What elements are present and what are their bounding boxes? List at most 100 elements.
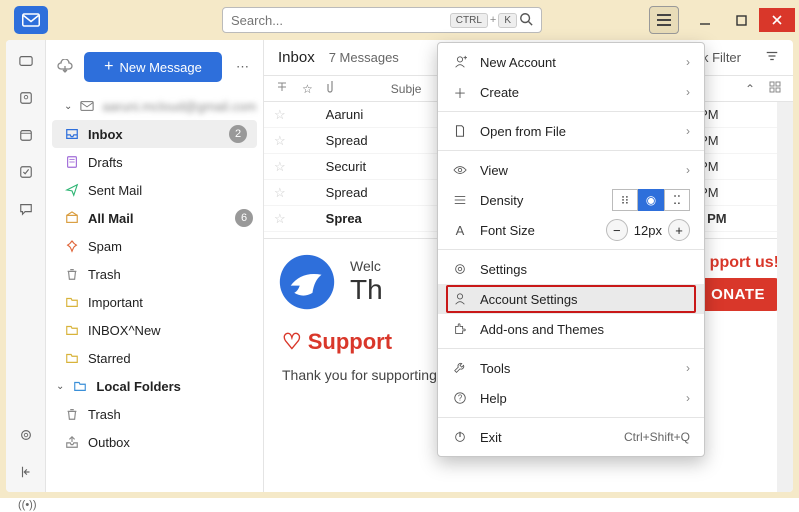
menu-create[interactable]: ＋Create›	[438, 77, 704, 107]
folder-important[interactable]: Important	[46, 288, 263, 316]
local-outbox[interactable]: Outbox	[46, 428, 263, 456]
kbd-ctrl: CTRL	[450, 13, 488, 28]
folder-sent[interactable]: Sent Mail	[46, 176, 263, 204]
menu-settings[interactable]: Settings	[438, 254, 704, 284]
donate-button[interactable]: ONATE	[697, 278, 779, 311]
menu-addons[interactable]: Add-ons and Themes	[438, 314, 704, 344]
message-count: 7 Messages	[329, 50, 399, 65]
folder-label: All Mail	[88, 211, 227, 226]
folder-label: Important	[88, 295, 253, 310]
chevron-right-icon: ›	[686, 361, 690, 375]
folder-label: Inbox	[88, 127, 221, 142]
rail-address-icon[interactable]	[19, 91, 33, 108]
kbd-k: K	[498, 13, 517, 28]
spam-icon	[64, 239, 80, 253]
sent-icon	[64, 183, 80, 197]
density-default[interactable]: ◉	[638, 189, 664, 211]
density-icon	[452, 193, 468, 207]
kbd-plus: +	[490, 14, 496, 26]
folder-icon	[72, 379, 88, 393]
star-icon[interactable]: ☆	[274, 159, 286, 175]
star-icon[interactable]: ☆	[274, 107, 286, 123]
account-node[interactable]: ⌄ aaruni.mcloud@gmail.com	[46, 92, 263, 120]
close-button[interactable]	[759, 8, 795, 32]
menu-exit[interactable]: ExitCtrl+Shift+Q	[438, 422, 704, 452]
folder-label: INBOX^New	[88, 323, 253, 338]
menu-tools[interactable]: Tools›	[438, 353, 704, 383]
folder-spam[interactable]: Spam	[46, 232, 263, 260]
star-icon[interactable]: ☆	[274, 185, 286, 201]
menu-density[interactable]: Density ⁝⁝ ◉ ⁚⁚	[438, 185, 704, 215]
folder-label: Trash	[88, 407, 253, 422]
col-thread-icon[interactable]	[276, 81, 288, 96]
heart-icon: ♡	[282, 329, 302, 355]
search-input[interactable]	[231, 13, 448, 28]
folder-allmail[interactable]: All Mail 6	[46, 204, 263, 232]
menu-account-settings[interactable]: Account Settings	[438, 284, 704, 314]
col-subject[interactable]: Subje	[391, 82, 422, 96]
folder-inboxnew[interactable]: INBOX^New	[46, 316, 263, 344]
rail-chat-icon[interactable]	[19, 202, 33, 219]
account-name: aaruni.mcloud@gmail.com	[102, 99, 256, 114]
chevron-down-icon: ⌄	[64, 101, 72, 112]
app-icon	[14, 6, 48, 34]
font-increase[interactable]: +	[668, 219, 690, 241]
welcome-line1: Welc	[350, 258, 383, 274]
folder-icon	[64, 351, 80, 365]
folder-inbox[interactable]: Inbox 2	[52, 120, 257, 148]
menu-open-file[interactable]: Open from File›	[438, 116, 704, 146]
thunderbird-logo	[278, 253, 336, 311]
star-icon[interactable]: ☆	[274, 211, 286, 227]
folder-starred[interactable]: Starred	[46, 344, 263, 372]
exit-shortcut: Ctrl+Shift+Q	[624, 430, 690, 444]
minimize-button[interactable]	[687, 8, 723, 32]
app-menu-button[interactable]	[649, 6, 679, 34]
menu-new-account[interactable]: New Account›	[438, 47, 704, 77]
svg-text:?: ?	[458, 394, 463, 403]
unread-badge: 6	[235, 209, 253, 227]
rail-collapse-icon[interactable]	[19, 465, 33, 482]
density-relaxed[interactable]: ⁚⁚	[664, 189, 690, 211]
chevron-down-icon: ⌄	[56, 381, 64, 392]
puzzle-icon	[452, 322, 468, 336]
menu-help[interactable]: ?Help›	[438, 383, 704, 413]
app-menu-popup: New Account› ＋Create› Open from File› Vi…	[437, 42, 705, 457]
menu-view[interactable]: View›	[438, 155, 704, 185]
folder-label: Sent Mail	[88, 183, 253, 198]
density-compact[interactable]: ⁝⁝	[612, 189, 638, 211]
folder-label: Drafts	[88, 155, 253, 170]
rail-calendar-icon[interactable]	[19, 128, 33, 145]
folder-drafts[interactable]: Drafts	[46, 148, 263, 176]
folder-trash[interactable]: Trash	[46, 260, 263, 288]
local-folders-node[interactable]: ⌄ Local Folders	[46, 372, 263, 400]
drafts-icon	[64, 155, 80, 169]
scrollbar[interactable]	[777, 102, 793, 492]
folder-label: Local Folders	[96, 379, 253, 394]
star-icon[interactable]: ☆	[274, 133, 286, 149]
col-star-icon[interactable]: ☆	[302, 82, 313, 96]
welcome-line2: Th	[350, 274, 383, 306]
search-box[interactable]: CTRL + K	[222, 7, 542, 33]
filter-icon[interactable]	[765, 49, 779, 66]
new-message-button[interactable]: +New Message	[84, 52, 222, 82]
get-messages-icon[interactable]	[56, 59, 74, 76]
rail-tasks-icon[interactable]	[19, 165, 33, 182]
font-decrease[interactable]: −	[606, 219, 628, 241]
outbox-icon	[64, 435, 80, 449]
folder-label: Outbox	[88, 435, 253, 450]
rail-settings-icon[interactable]	[19, 428, 33, 445]
col-picker-icon[interactable]	[769, 81, 781, 96]
menu-font-size[interactable]: AFont Size − 12px +	[438, 215, 704, 245]
search-icon[interactable]	[519, 12, 533, 29]
local-trash[interactable]: Trash	[46, 400, 263, 428]
col-attach-icon[interactable]	[327, 80, 337, 97]
rail-mail-icon[interactable]	[19, 54, 33, 71]
allmail-icon	[64, 211, 80, 225]
eye-icon	[452, 163, 468, 177]
more-actions-icon[interactable]: ⋯	[232, 59, 253, 75]
maximize-button[interactable]	[723, 8, 759, 32]
chevron-right-icon: ›	[686, 391, 690, 405]
wrench-icon	[452, 361, 468, 375]
chevron-right-icon: ›	[686, 163, 690, 177]
col-sort-icon[interactable]: ⌃	[745, 82, 755, 96]
